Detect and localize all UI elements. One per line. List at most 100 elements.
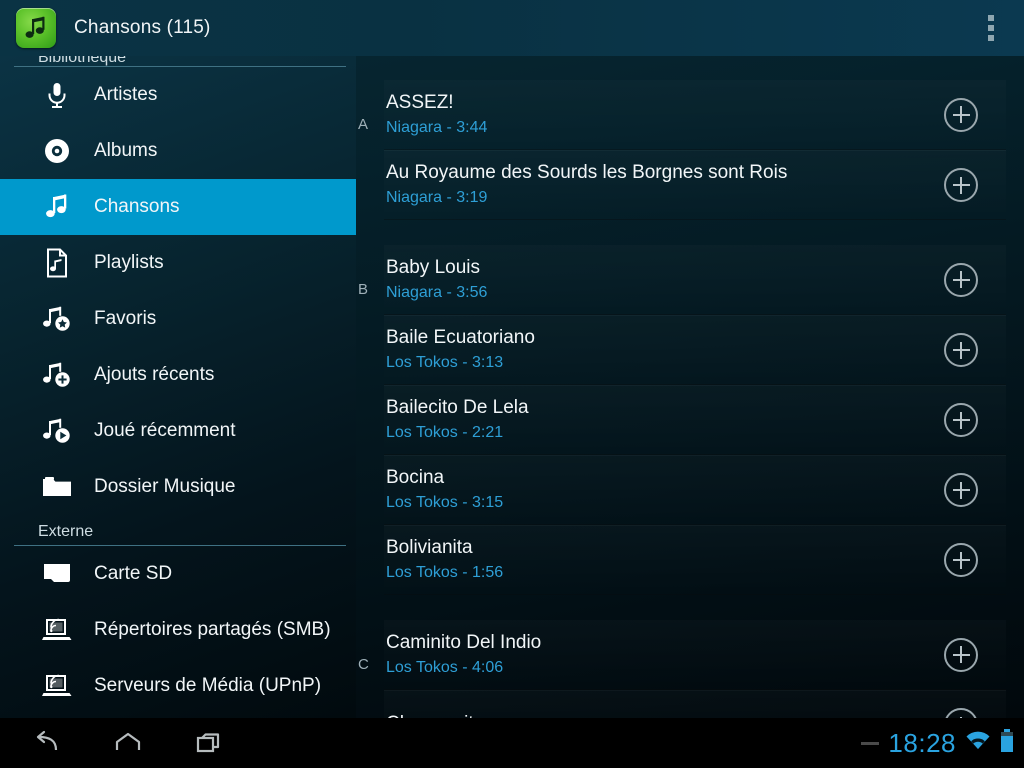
sidebar-item-ajouts-recents[interactable]: Ajouts récents: [0, 347, 356, 403]
table-row[interactable]: ASSEZ! Niagara - 3:44: [384, 80, 1006, 150]
home-icon[interactable]: [88, 718, 168, 768]
add-to-playlist-button[interactable]: [944, 333, 978, 367]
table-row[interactable]: Bolivianita Los Tokos - 1:56: [384, 525, 1006, 595]
sd-card-icon: [40, 557, 74, 591]
recents-icon[interactable]: [168, 718, 248, 768]
network-share-icon: [40, 613, 74, 647]
song-info: Bailecito De Lela Los Tokos - 2:21: [384, 396, 944, 444]
table-row[interactable]: Bocina Los Tokos - 3:15: [384, 455, 1006, 525]
music-note-app-icon: [16, 8, 56, 48]
plus-circle-icon: [944, 637, 978, 672]
plus-circle-icon: [944, 473, 978, 507]
song-subtitle: Los Tokos - 3:13: [386, 354, 504, 371]
plus-circle-icon: [944, 708, 978, 718]
song-subtitle: Niagara - 3:19: [386, 189, 488, 206]
sidebar-section-header-externe: Externe: [14, 523, 346, 546]
add-to-playlist-button[interactable]: [944, 97, 978, 132]
sidebar-item-joue-recemment[interactable]: Joué récemment: [0, 403, 356, 459]
song-info: Caminito Del Indio Los Tokos - 4:06: [384, 631, 944, 679]
add-to-playlist-button[interactable]: [944, 473, 978, 507]
dash-icon: [861, 741, 880, 745]
overflow-menu-icon[interactable]: [980, 12, 1002, 44]
song-subtitle: Los Tokos - 4:06: [386, 658, 504, 676]
section-letter-a: A: [358, 116, 369, 133]
sidebar-section-header-bibliotheque: Bibliothèque: [14, 56, 346, 67]
table-row[interactable]: Caminito Del Indio Los Tokos - 4:06: [384, 620, 1006, 690]
sidebar-item-label: Chansons: [94, 196, 180, 217]
plus-circle-icon: [944, 403, 978, 437]
sidebar-item-serveurs-media[interactable]: Serveurs de Média (UPnP): [0, 658, 356, 714]
sidebar-item-label: Répertoires partagés (SMB): [94, 619, 331, 640]
table-row[interactable]: Baile Ecuatoriano Los Tokos - 3:13: [384, 315, 1006, 385]
music-play-icon: [40, 414, 74, 448]
folder-icon: [40, 470, 74, 504]
song-info: ASSEZ! Niagara - 3:44: [384, 91, 944, 139]
section-letter-b: B: [358, 281, 369, 298]
song-title: Caminito Del Indio: [386, 631, 542, 653]
microphone-icon: [40, 78, 74, 112]
sidebar-item-label: Serveurs de Média (UPnP): [94, 675, 322, 696]
song-title: Bocina: [386, 467, 445, 488]
sidebar-item-playlists[interactable]: Playlists: [0, 235, 356, 291]
add-to-playlist-button[interactable]: [944, 637, 978, 672]
disc-icon: [40, 134, 74, 168]
battery-icon[interactable]: [1000, 728, 1014, 758]
wifi-icon[interactable]: [965, 730, 991, 757]
table-row[interactable]: Baby Louis Niagara - 3:56: [384, 245, 1006, 315]
navigation-drawer[interactable]: Bibliothèque Artistes Albums Chansons Pl…: [0, 56, 356, 718]
song-list-pane[interactable]: A B C ASSEZ! Niagara - 3:44 Au Royaume d…: [356, 56, 1024, 718]
sidebar-item-chansons[interactable]: Chansons: [0, 179, 356, 235]
sidebar-item-favoris[interactable]: Favoris: [0, 291, 356, 347]
table-row[interactable]: Chacarerita: [384, 690, 1006, 718]
music-star-icon: [40, 302, 74, 336]
song-subtitle: Los Tokos - 2:21: [386, 424, 504, 441]
song-info: Baby Louis Niagara - 3:56: [384, 256, 944, 304]
sidebar-item-label: Joué récemment: [94, 420, 236, 441]
song-info: Baile Ecuatoriano Los Tokos - 3:13: [384, 326, 944, 374]
sidebar-item-label: Albums: [94, 140, 158, 161]
sidebar-item-carte-sd[interactable]: Carte SD: [0, 546, 356, 602]
plus-circle-icon: [944, 168, 978, 202]
sidebar-item-label: Favoris: [94, 308, 157, 329]
sidebar-item-albums[interactable]: Albums: [0, 123, 356, 179]
table-row[interactable]: Bailecito De Lela Los Tokos - 2:21: [384, 385, 1006, 455]
network-share-icon: [40, 669, 74, 703]
song-info: Au Royaume des Sourds les Borgnes sont R…: [384, 161, 944, 209]
back-icon[interactable]: [8, 718, 88, 768]
song-title: Baile Ecuatoriano: [386, 327, 535, 348]
song-subtitle: Niagara - 3:44: [386, 118, 488, 136]
add-to-playlist-button[interactable]: [944, 403, 978, 437]
music-note-icon: [40, 190, 74, 224]
song-title: Bailecito De Lela: [386, 397, 529, 418]
sidebar-item-label: Ajouts récents: [94, 364, 215, 385]
add-to-playlist-button[interactable]: [944, 708, 978, 718]
song-subtitle: Niagara - 3:56: [386, 283, 488, 301]
add-to-playlist-button[interactable]: [944, 543, 978, 577]
sidebar-item-repertoires-partages[interactable]: Répertoires partagés (SMB): [0, 602, 356, 658]
sidebar-item-label: Playlists: [94, 252, 164, 273]
song-info: Bocina Los Tokos - 3:15: [384, 466, 944, 514]
page-title: Chansons (115): [74, 17, 211, 38]
song-subtitle: Los Tokos - 1:56: [386, 564, 504, 581]
add-to-playlist-button[interactable]: [944, 262, 978, 297]
song-title: Au Royaume des Sourds les Borgnes sont R…: [386, 162, 788, 183]
sidebar-item-artistes[interactable]: Artistes: [0, 67, 356, 123]
sidebar-item-dossier-musique[interactable]: Dossier Musique: [0, 459, 356, 515]
song-subtitle: Los Tokos - 3:15: [386, 494, 504, 511]
plus-circle-icon: [944, 333, 978, 367]
sidebar-item-label: Artistes: [94, 84, 158, 105]
song-title: Baby Louis: [386, 256, 481, 278]
add-to-playlist-button[interactable]: [944, 168, 978, 202]
sidebar-item-label: Carte SD: [94, 563, 173, 584]
title-bar: Chansons (115): [0, 0, 1024, 56]
plus-circle-icon: [944, 97, 978, 132]
music-plus-icon: [40, 358, 74, 392]
sidebar-item-label: Dossier Musique: [94, 476, 236, 497]
table-row[interactable]: Au Royaume des Sourds les Borgnes sont R…: [384, 150, 1006, 220]
song-info: Bolivianita Los Tokos - 1:56: [384, 536, 944, 584]
section-letter-c: C: [358, 656, 369, 673]
status-clock[interactable]: 18:28: [888, 728, 956, 759]
android-navigation-bar: 18:28: [0, 718, 1024, 768]
plus-circle-icon: [944, 543, 978, 577]
music-app-window: A B C ASSEZ! Niagara - 3:44 Au Royaume d…: [0, 0, 1024, 768]
